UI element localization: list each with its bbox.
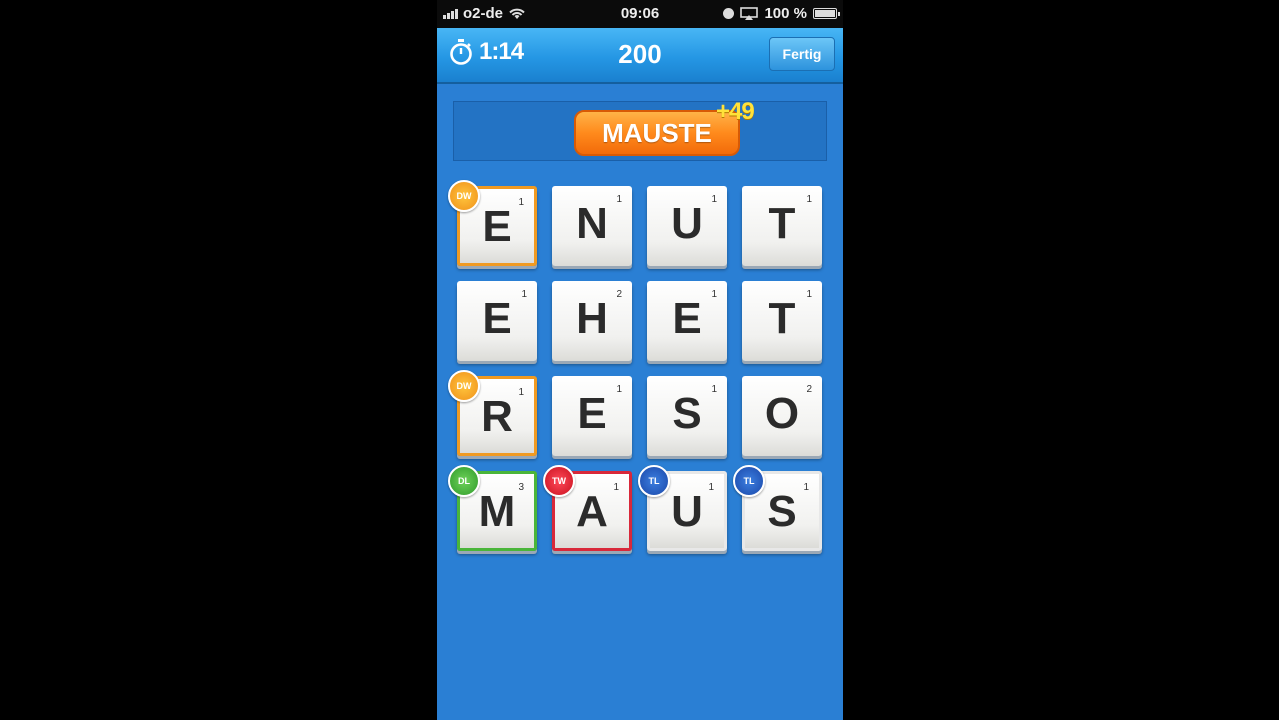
tile-letter: E	[672, 294, 702, 343]
bonus-badge-tl: TL	[733, 465, 765, 497]
tile-points: 1	[803, 482, 809, 493]
game-top-bar: 1:14 200 Fertig	[437, 28, 843, 84]
bonus-badge-dw: DW	[448, 180, 480, 212]
letter-tile[interactable]: T1	[742, 281, 822, 361]
tile-points: 1	[518, 387, 524, 398]
tile-points: 1	[613, 482, 619, 493]
tile-letter: E	[482, 294, 512, 343]
tile-letter: U	[671, 199, 703, 248]
tile-points: 2	[616, 289, 622, 300]
letter-tile[interactable]: R 1 DW	[448, 370, 537, 456]
tile-points: 1	[708, 482, 714, 493]
battery-icon	[813, 8, 840, 19]
tile-points: 3	[518, 482, 524, 493]
bonus-badge-dw: DW	[448, 370, 480, 402]
bonus-badge-tl: TL	[638, 465, 670, 497]
done-button[interactable]: Fertig	[769, 37, 835, 71]
tile-points: 1	[711, 384, 717, 395]
bonus-badge-dl: DL	[448, 465, 480, 497]
tile-points: 1	[616, 194, 622, 205]
letter-tile[interactable]: E1	[552, 376, 632, 456]
tile-points: 1	[806, 289, 812, 300]
letter-tile[interactable]: M 3 DL	[448, 465, 537, 551]
letter-tile[interactable]: T1	[742, 186, 822, 266]
tile-points: 1	[711, 289, 717, 300]
tile-points: 2	[806, 384, 812, 395]
letter-tile[interactable]: E1	[647, 281, 727, 361]
letter-tile[interactable]: A 1 TW	[543, 465, 632, 551]
tile-points: 1	[806, 194, 812, 205]
tile-points: 1	[616, 384, 622, 395]
tile-letter: O	[764, 389, 800, 438]
tile-points: 1	[518, 197, 524, 208]
letter-tile[interactable]: U 1 TL	[638, 465, 727, 551]
letter-tile[interactable]: E 1 DW	[448, 180, 537, 266]
letter-tile[interactable]: S1	[647, 376, 727, 456]
letter-tile[interactable]: S 1 TL	[733, 465, 822, 551]
letter-tile[interactable]: E1	[457, 281, 537, 361]
battery-label: 100 %	[764, 5, 807, 22]
tile-letter: T	[768, 294, 796, 343]
airplay-icon	[740, 7, 759, 20]
tile-points: 1	[711, 194, 717, 205]
status-right: 100 %	[723, 5, 840, 22]
tile-letter: N	[576, 199, 608, 248]
letter-board: E 1 DW N 1 U 1 T 1 E 1 H 2 E 1 T 1 R 1 DW E 1 S 1 O 2 M 3 DL A 1 TW U 1 TL…	[448, 180, 823, 551]
tile-points: 1	[521, 289, 527, 300]
word-points: +49	[716, 98, 755, 125]
rotation-lock-icon	[723, 8, 735, 19]
tile-letter: S	[672, 389, 702, 438]
tile-letter: T	[768, 199, 796, 248]
letter-tile[interactable]: U1	[647, 186, 727, 266]
bonus-badge-tw: TW	[543, 465, 575, 497]
tile-letter: H	[576, 294, 608, 343]
letter-tile[interactable]: H2	[552, 281, 632, 361]
tile-letter: E	[577, 389, 607, 438]
current-word-panel: MAUSTE +49	[453, 98, 827, 161]
game-screen: o2-de 09:06 100 % 1:14 200 Fertig MAUSTE…	[437, 0, 843, 720]
status-bar: o2-de 09:06 100 %	[437, 0, 843, 28]
letter-tile[interactable]: N1	[552, 186, 632, 266]
letter-tile[interactable]: O2	[742, 376, 822, 456]
